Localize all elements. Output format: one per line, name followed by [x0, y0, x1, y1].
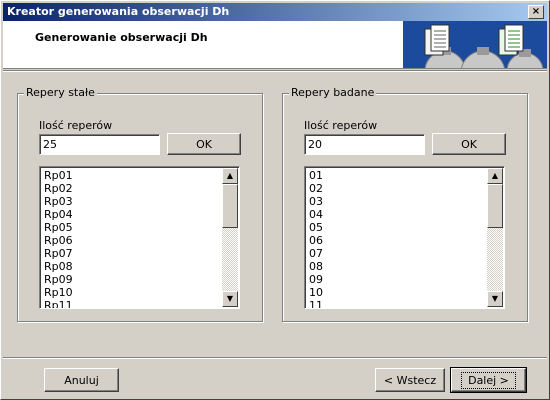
list-item[interactable]: 04 — [309, 208, 323, 221]
list-item[interactable]: Rp09 — [44, 273, 73, 286]
list-item[interactable]: Rp08 — [44, 260, 73, 273]
scroll-up-arrow-icon[interactable]: ▲ — [222, 168, 238, 184]
list-item[interactable]: 08 — [309, 260, 323, 273]
list-item[interactable]: Rp11 — [44, 299, 73, 308]
documents-gears-icon — [403, 21, 547, 68]
close-icon: × — [531, 6, 541, 17]
count-label: Ilość reperów — [304, 119, 378, 132]
list-item[interactable]: Rp02 — [44, 182, 73, 195]
list-item[interactable]: 11 — [309, 299, 323, 308]
window-title: Kreator generowania obserwacji Dh — [7, 5, 230, 18]
scrollbar[interactable]: ▲ ▼ — [222, 168, 238, 307]
list-item[interactable]: 09 — [309, 273, 323, 286]
header-panel: Generowanie obserwacji Dh — [3, 21, 547, 69]
list-item[interactable]: Rp05 — [44, 221, 73, 234]
scrollbar[interactable]: ▲ ▼ — [487, 168, 503, 307]
list-item[interactable]: 02 — [309, 182, 323, 195]
list-item[interactable]: 03 — [309, 195, 323, 208]
list-item[interactable]: Rp04 — [44, 208, 73, 221]
list-item[interactable]: Rp03 — [44, 195, 73, 208]
scroll-up-arrow-icon[interactable]: ▲ — [487, 168, 503, 184]
list-items: 01 02 03 04 05 06 07 08 09 10 11 — [309, 169, 323, 308]
scroll-thumb[interactable] — [222, 184, 238, 228]
list-item[interactable]: 05 — [309, 221, 323, 234]
scroll-down-arrow-icon[interactable]: ▼ — [222, 291, 238, 307]
examined-ok-button[interactable]: OK — [432, 133, 506, 155]
fixed-benchmarks-list[interactable]: Rp01 Rp02 Rp03 Rp04 Rp05 Rp06 Rp07 Rp08 Rp09 Rp10… — [39, 166, 240, 309]
group-legend: Repery stałe — [24, 86, 97, 99]
fixed-count-input[interactable]: 25 — [39, 134, 160, 155]
page-title: Generowanie obserwacji Dh — [35, 31, 208, 44]
list-item[interactable]: 06 — [309, 234, 323, 247]
examined-benchmarks-list[interactable]: 01 02 03 04 05 06 07 08 09 10 11 ▲ ▼ — [304, 166, 505, 309]
footer-separator — [3, 357, 547, 359]
scroll-thumb[interactable] — [487, 184, 503, 228]
header-separator — [3, 70, 547, 72]
count-label: Ilość reperów — [39, 119, 113, 132]
next-button[interactable]: Dalej > — [450, 367, 527, 393]
list-item[interactable]: Rp06 — [44, 234, 73, 247]
fixed-ok-button[interactable]: OK — [167, 133, 241, 155]
list-item[interactable]: 07 — [309, 247, 323, 260]
list-item[interactable]: Rp01 — [44, 169, 73, 182]
close-button[interactable]: × — [528, 5, 544, 19]
list-item[interactable]: 01 — [309, 169, 323, 182]
list-item[interactable]: Rp10 — [44, 286, 73, 299]
wizard-window: Kreator generowania obserwacji Dh × Gene… — [0, 0, 550, 400]
next-button-label: Dalej > — [461, 371, 516, 389]
list-item[interactable]: 10 — [309, 286, 323, 299]
list-item[interactable]: Rp07 — [44, 247, 73, 260]
examined-count-input[interactable]: 20 — [304, 134, 425, 155]
back-button[interactable]: < Wstecz — [375, 368, 445, 392]
list-items: Rp01 Rp02 Rp03 Rp04 Rp05 Rp06 Rp07 Rp08 Rp09 Rp10… — [44, 169, 73, 308]
group-legend: Repery badane — [289, 86, 377, 99]
scroll-down-arrow-icon[interactable]: ▼ — [487, 291, 503, 307]
cancel-button[interactable]: Anuluj — [44, 368, 119, 392]
title-bar[interactable]: Kreator generowania obserwacji Dh × — [3, 3, 547, 21]
